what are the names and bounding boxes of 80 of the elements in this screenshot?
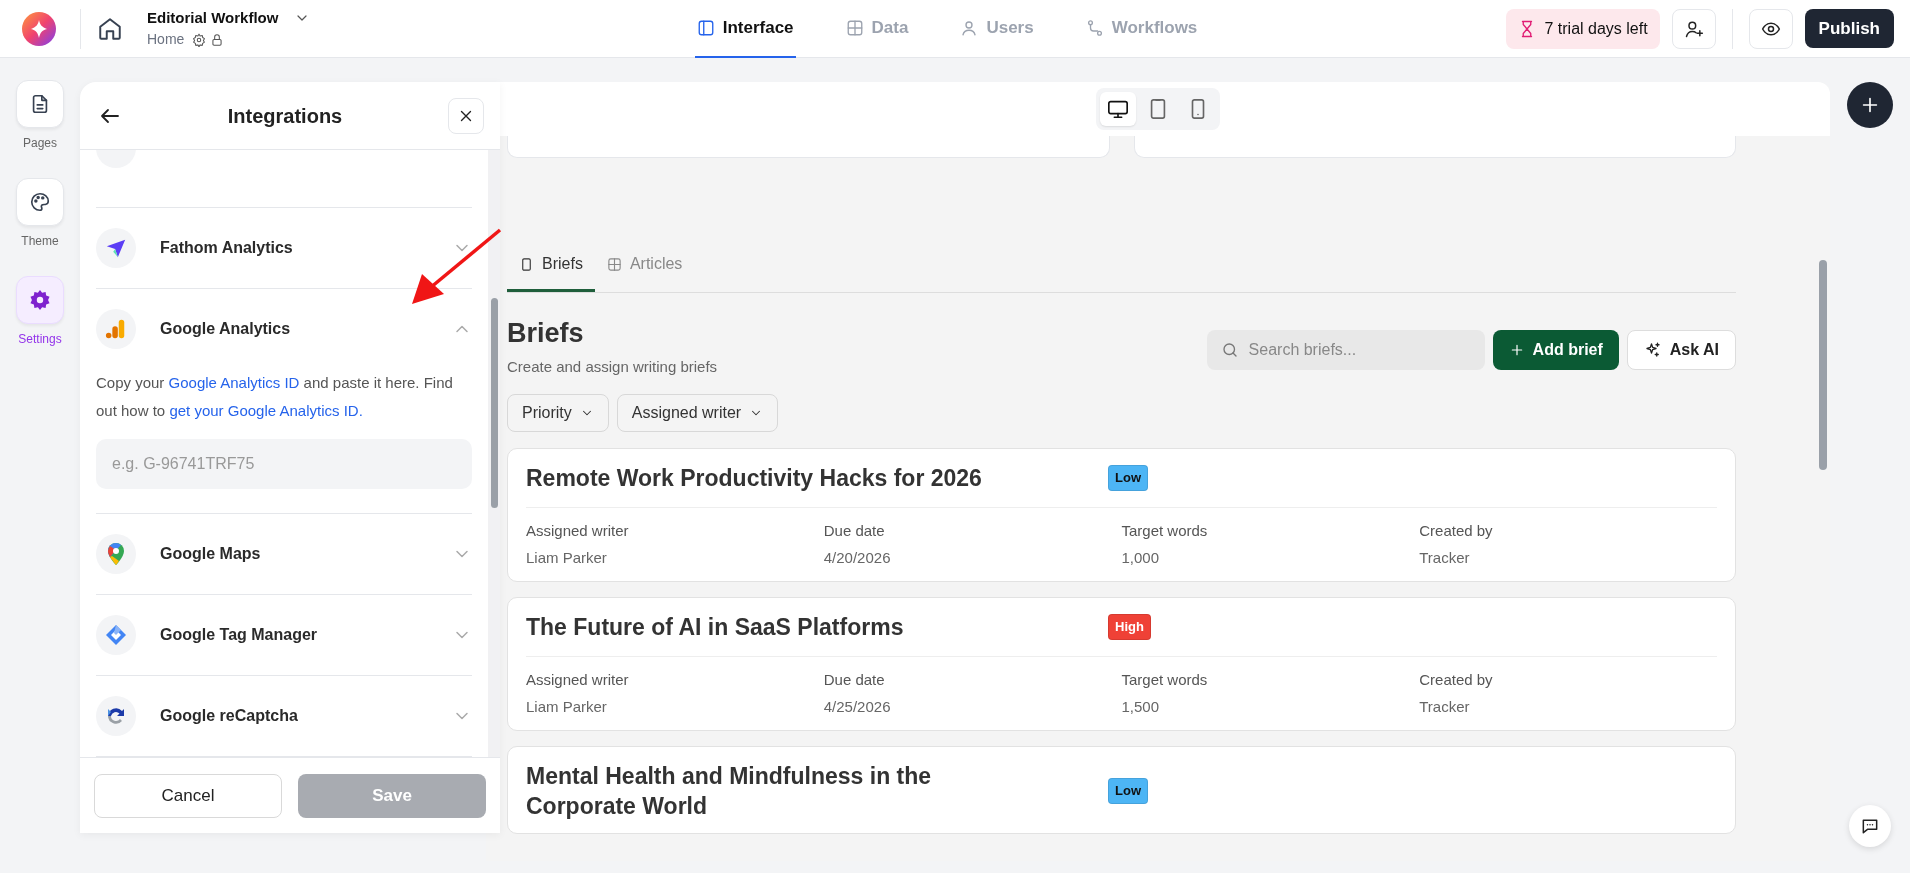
rail-label: Pages bbox=[23, 135, 57, 152]
content-tab[interactable]: Briefs bbox=[507, 240, 595, 292]
cancel-button[interactable]: Cancel bbox=[94, 773, 282, 818]
lock-icon bbox=[210, 32, 225, 47]
close-button[interactable] bbox=[448, 97, 484, 134]
rail-button[interactable] bbox=[16, 80, 64, 128]
grid-icon bbox=[606, 256, 622, 272]
link[interactable]: get your Google Analytics ID. bbox=[169, 402, 363, 419]
search-icon bbox=[1220, 341, 1239, 359]
brief-title[interactable]: Remote Work Productivity Hacks for 2026 bbox=[526, 463, 996, 493]
field-value: 4/25/2026 bbox=[823, 696, 892, 717]
priority-badge: Low bbox=[1108, 465, 1148, 491]
invite-user-button[interactable] bbox=[1671, 8, 1716, 49]
rail-button[interactable] bbox=[16, 276, 64, 324]
priority-badge: High bbox=[1108, 614, 1151, 640]
field-label: Assigned writer bbox=[526, 670, 630, 690]
ask-ai-button[interactable]: Ask AI bbox=[1626, 330, 1736, 370]
field-label: Target words bbox=[1121, 670, 1209, 690]
field-label: Created by bbox=[1419, 670, 1494, 690]
section-heading: Briefs bbox=[507, 317, 585, 350]
app-title[interactable]: Editorial Workflow bbox=[147, 6, 279, 30]
user-icon bbox=[960, 18, 979, 37]
nav-tab[interactable]: Interface bbox=[694, 0, 796, 58]
app-logo[interactable] bbox=[22, 11, 56, 46]
home-icon[interactable] bbox=[97, 15, 123, 42]
add-brief-button[interactable]: Add brief bbox=[1492, 330, 1619, 370]
monitor-icon bbox=[1107, 98, 1129, 120]
priority-badge: Low bbox=[1108, 778, 1148, 804]
section-subtitle: Create and assign writing briefs bbox=[507, 356, 718, 377]
rail-label: Theme bbox=[21, 233, 59, 250]
sidebar-icon bbox=[696, 18, 715, 37]
field-value: Liam Parker bbox=[526, 547, 608, 568]
search-field[interactable]: Search briefs... bbox=[1206, 330, 1485, 370]
integration-row[interactable]: Google reCaptcha bbox=[96, 676, 472, 756]
field-label: Created by bbox=[1419, 521, 1494, 541]
scrollbar-thumb[interactable] bbox=[1819, 260, 1827, 470]
bar-chart-icon bbox=[105, 318, 127, 340]
gear-icon bbox=[192, 32, 207, 47]
brief-title[interactable]: The Future of AI in SaaS Platforms bbox=[526, 612, 996, 642]
field-label: Due date bbox=[823, 521, 886, 541]
add-button[interactable] bbox=[1847, 82, 1893, 128]
field-value: Tracker bbox=[1419, 696, 1471, 717]
preview-button[interactable] bbox=[1748, 8, 1793, 49]
filter-dropdown[interactable]: Priority bbox=[507, 394, 609, 432]
table-icon bbox=[845, 18, 864, 37]
paper-plane-icon bbox=[105, 237, 127, 259]
sparkle-icon bbox=[1643, 341, 1662, 359]
field-value: Tracker bbox=[1419, 547, 1471, 568]
page-name[interactable]: Home bbox=[147, 29, 185, 51]
brief-title[interactable]: Mental Health and Mindfulness in the Corporate World bbox=[526, 761, 996, 821]
input-field[interactable]: e.g. G-96741TRF75 bbox=[96, 439, 472, 489]
scrollbar-thumb[interactable] bbox=[490, 298, 498, 508]
diamond-icon bbox=[104, 623, 128, 647]
chat-icon bbox=[1860, 816, 1880, 836]
field-value: 1,000 bbox=[1121, 547, 1161, 568]
field-value: Liam Parker bbox=[526, 696, 608, 717]
rail-button[interactable] bbox=[16, 178, 64, 226]
chat-button[interactable] bbox=[1849, 805, 1891, 847]
map-pin-icon bbox=[106, 542, 126, 566]
field-value: 4/20/2026 bbox=[823, 547, 892, 568]
field-value: 1,500 bbox=[1121, 696, 1161, 717]
field-label: Due date bbox=[823, 670, 886, 690]
integration-row[interactable]: Google Maps bbox=[96, 514, 472, 594]
filter-dropdown[interactable]: Assigned writer bbox=[616, 394, 779, 432]
integration-row[interactable]: Google Tag Manager bbox=[96, 595, 472, 675]
field-label: Target words bbox=[1121, 521, 1209, 541]
integration-row[interactable]: Fathom Analytics bbox=[96, 208, 472, 288]
integration-description: Copy your Google Analytics ID and paste it here. Find out how to get your Google Analytics ID. bbox=[96, 373, 454, 421]
gear-icon bbox=[29, 289, 51, 311]
device-toggle[interactable] bbox=[1100, 92, 1136, 126]
field-label: Assigned writer bbox=[526, 521, 630, 541]
rail-label: Settings bbox=[18, 331, 62, 348]
panel-title: Integrations bbox=[227, 103, 343, 129]
publish-button[interactable]: Publish bbox=[1804, 8, 1894, 49]
branch-icon bbox=[1085, 18, 1104, 37]
integration-row[interactable]: Google Analytics bbox=[96, 289, 472, 369]
rectangle-icon bbox=[519, 256, 534, 272]
palette-icon bbox=[29, 191, 51, 213]
trial-badge: 7 trial days left bbox=[1506, 8, 1660, 49]
link[interactable]: Google Analytics ID bbox=[168, 374, 300, 391]
